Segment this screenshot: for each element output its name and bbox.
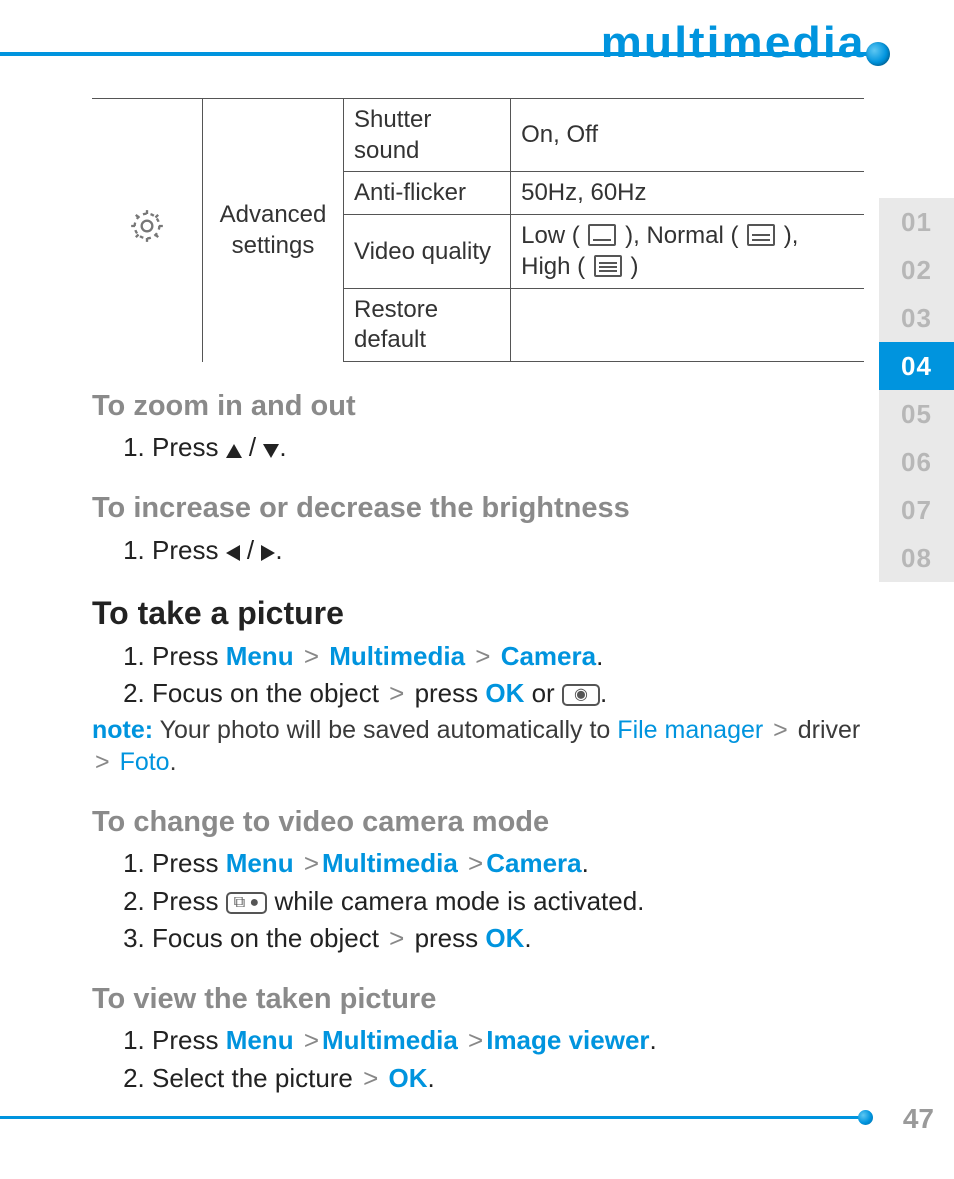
right-arrow-icon [261,545,275,561]
step: Select the picture > OK. [152,1062,864,1095]
settings-group-label: Advanced settings [203,99,344,362]
setting-value: On, Off [511,99,864,172]
chapter-tab[interactable]: 06 [879,438,954,486]
up-arrow-icon [226,444,242,458]
mode-switch-key-icon: ⧉ ● [226,892,268,914]
setting-value: 50Hz, 60Hz [511,172,864,215]
page-number: 47 [903,1103,934,1135]
setting-name: Anti-flicker [344,172,511,215]
step: Press / . [152,534,864,567]
chapter-tab[interactable]: 03 [879,294,954,342]
chapter-tabs: 01 02 03 04 05 06 07 08 [879,198,954,582]
setting-name: Restore default [344,288,511,361]
step: Press Menu >Multimedia >Camera. [152,847,864,880]
section-title: To take a picture [92,593,864,634]
chapter-tab[interactable]: 08 [879,534,954,582]
step: Press Menu > Multimedia > Camera. [152,640,864,673]
step: Press / . [152,431,864,464]
setting-name: Video quality [344,215,511,288]
note: note: Your photo will be saved automatic… [92,714,864,778]
section-title: To zoom in and out [92,388,864,425]
step: Press Menu >Multimedia >Image viewer. [152,1024,864,1057]
camera-key-icon: ◉ [562,684,600,706]
step: Focus on the object > press OK or ◉. [152,677,864,710]
step: Press ⧉ ● while camera mode is activated… [152,885,864,918]
chapter-tab[interactable]: 02 [879,246,954,294]
page-title: multimedia [600,18,865,68]
footer-rule [0,1116,862,1119]
video-quality-low-icon [588,224,616,246]
video-quality-normal-icon [747,224,775,246]
advanced-settings-table: Advanced settings Shutter sound On, Off … [92,98,864,362]
chapter-tab[interactable]: 01 [879,198,954,246]
footer-dot-icon [858,1110,873,1125]
setting-name: Shutter sound [344,99,511,172]
setting-value: Low ( ), Normal ( ), High ( ) [511,215,864,288]
section-title: To increase or decrease the brightness [92,490,864,527]
chapter-tab[interactable]: 07 [879,486,954,534]
gear-icon [92,99,203,362]
setting-value [511,288,864,361]
page-content: Advanced settings Shutter sound On, Off … [92,98,864,1099]
chapter-tab[interactable]: 05 [879,390,954,438]
header-dot-icon [866,42,890,66]
down-arrow-icon [263,444,279,458]
chapter-tab-active[interactable]: 04 [879,342,954,390]
video-quality-high-icon [594,255,622,277]
section-title: To change to video camera mode [92,804,864,841]
left-arrow-icon [226,545,240,561]
step: Focus on the object > press OK. [152,922,864,955]
section-title: To view the taken picture [92,981,864,1018]
